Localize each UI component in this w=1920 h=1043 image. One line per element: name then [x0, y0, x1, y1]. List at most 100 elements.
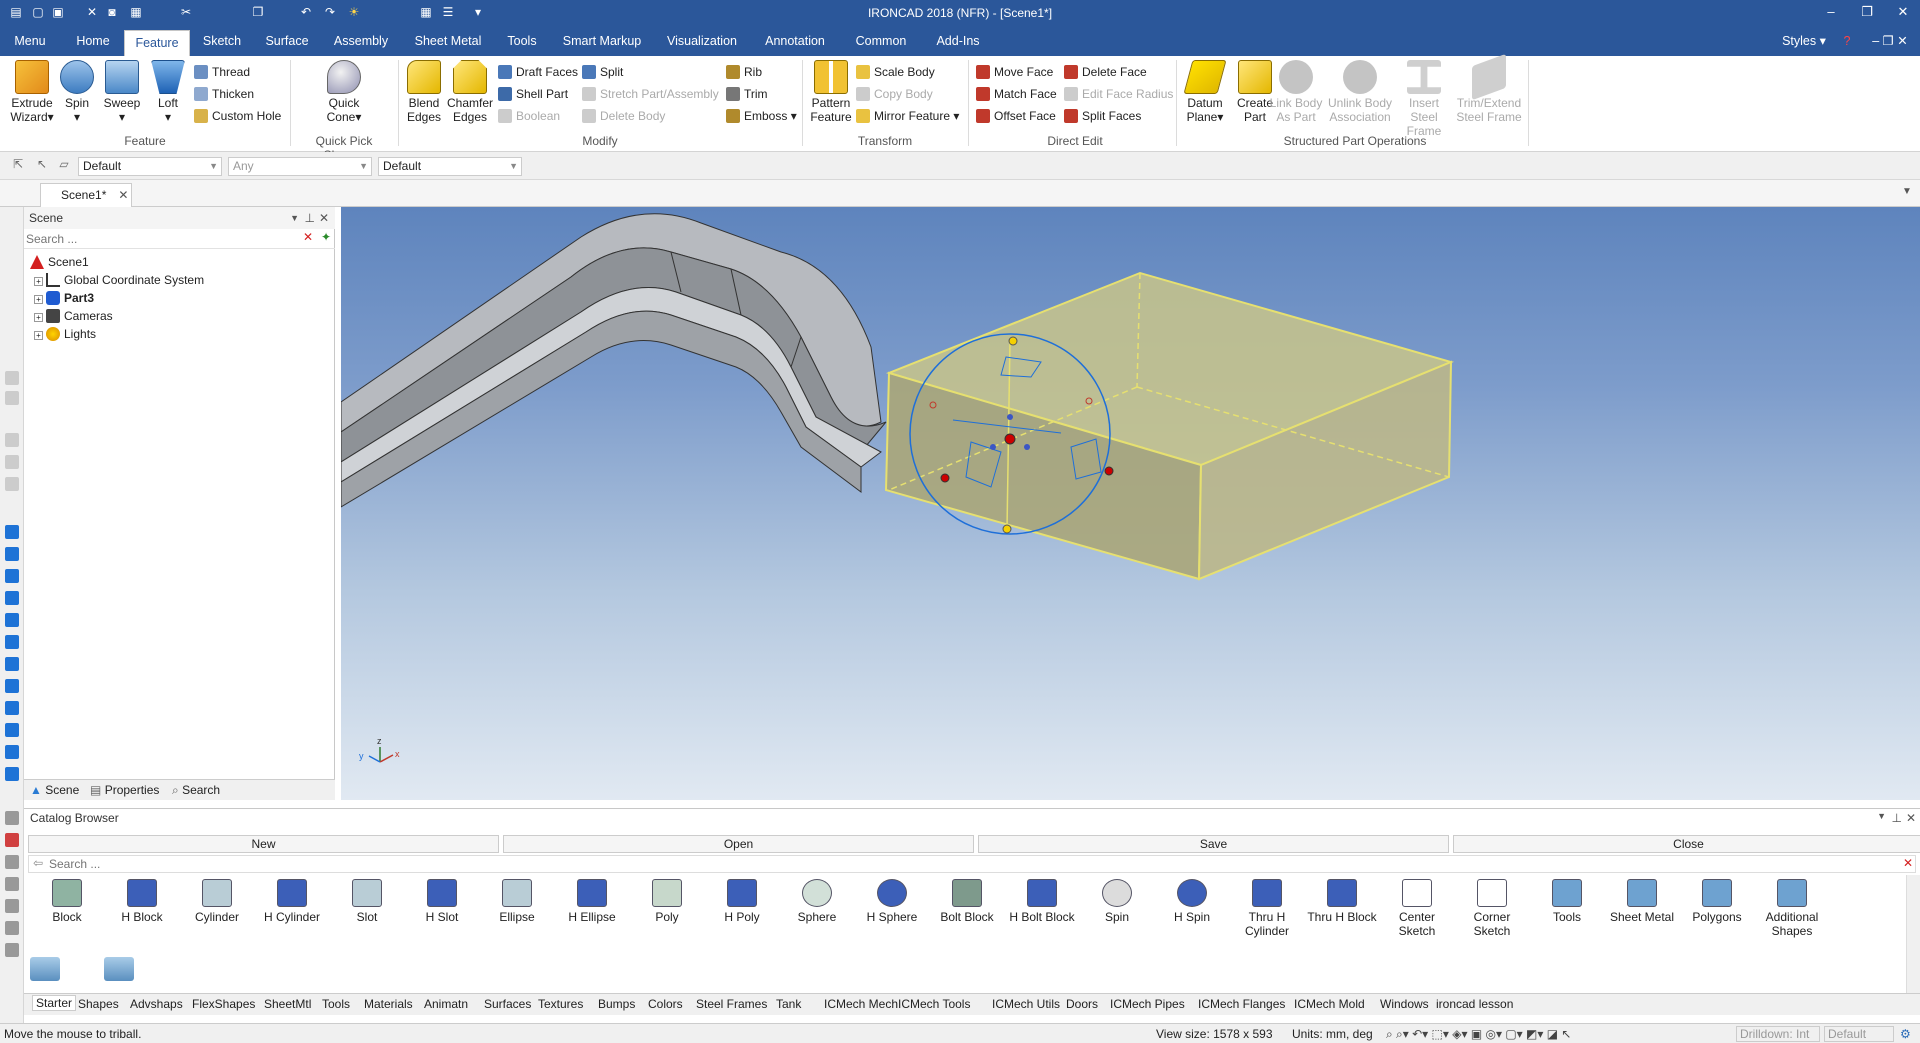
properties-footer-tab[interactable]: ▤ Properties — [90, 783, 159, 797]
custom-hole-button[interactable]: Custom Hole — [194, 106, 281, 126]
catalog-close-icon[interactable]: ✕ — [1906, 811, 1916, 825]
edit-face-radius-button[interactable]: Edit Face Radius — [1064, 84, 1173, 104]
view-right-icon[interactable] — [5, 635, 19, 649]
thread-button[interactable]: Thread — [194, 62, 250, 82]
spin-button[interactable]: Spin ▾ — [60, 60, 94, 124]
tool-icon[interactable] — [5, 477, 19, 491]
catalog-item[interactable]: Cylinder — [180, 879, 254, 924]
catalog-tab[interactable]: Tools — [322, 997, 350, 1011]
emboss-button[interactable]: Emboss ▾ — [726, 106, 797, 126]
view-icon[interactable] — [5, 701, 19, 715]
3d-viewport[interactable]: z x y — [341, 207, 1920, 800]
bent-bar-part[interactable] — [341, 213, 887, 508]
customize-dropdown-icon[interactable]: ▾ — [470, 4, 486, 20]
catalog-item[interactable]: H Block — [105, 879, 179, 924]
catalog-tab[interactable]: ICMech Mold — [1294, 997, 1365, 1011]
delete-face-button[interactable]: Delete Face — [1064, 62, 1147, 82]
ribbon-window-controls[interactable]: – ❐ ✕ — [1862, 26, 1918, 56]
catalog-item[interactable]: Corner Sketch — [1455, 879, 1529, 938]
catalog-item[interactable]: H Spin — [1155, 879, 1229, 924]
catalog-item[interactable]: H Poly — [705, 879, 779, 924]
grid-icon[interactable]: ▦ — [418, 4, 434, 20]
catalog-item[interactable]: Tools — [1530, 879, 1604, 924]
maximize-button[interactable]: ❐ — [1850, 0, 1884, 26]
scale-body-button[interactable]: Scale Body — [856, 62, 935, 82]
render-icon[interactable]: ☀ — [346, 4, 362, 20]
tab-scene1[interactable]: Scene1* ✕ — [40, 183, 132, 207]
tab-annotation[interactable]: Annotation — [756, 26, 834, 56]
view-bottom-icon[interactable] — [5, 591, 19, 605]
catalog-item[interactable]: Bolt Block — [930, 879, 1004, 924]
catalog-item[interactable]: Thru H Cylinder — [1230, 879, 1304, 938]
catalog-item[interactable]: Polygons — [1680, 879, 1754, 924]
zoom-icon[interactable]: ⌕ ⌕▾ ↶▾ ⬚▾ ◈▾ ▣ ◎▾ ▢▾ ◩▾ ◪ ↖ — [1386, 1025, 1571, 1043]
tab-tools[interactable]: Tools — [502, 26, 542, 56]
tree-item-lights[interactable]: + Lights — [34, 325, 96, 343]
view-icon[interactable] — [5, 767, 19, 781]
catalog-tab[interactable]: FlexShapes — [192, 997, 255, 1011]
scene-footer-tab[interactable]: ▲ Scene — [30, 783, 79, 797]
move-face-button[interactable]: Move Face — [976, 62, 1053, 82]
shell-part-button[interactable]: Shell Part — [498, 84, 568, 104]
insert-steel-frame-button[interactable]: Insert Steel Frame — [1394, 60, 1454, 138]
new-file-icon[interactable]: ▢ — [30, 4, 46, 20]
tabs-dropdown-icon[interactable]: ▼ — [1902, 186, 1912, 197]
pin-icon[interactable]: ⊥ — [305, 207, 315, 229]
catalog-item[interactable]: Ellipse — [480, 879, 554, 924]
filter-icon[interactable]: ▱ — [56, 156, 72, 172]
catalog-item[interactable]: Sheet Metal — [1605, 879, 1679, 924]
cut-icon[interactable]: ✂ — [178, 4, 194, 20]
draft-faces-button[interactable]: Draft Faces — [498, 62, 578, 82]
select-arrow-icon[interactable]: ⇱ — [10, 156, 26, 172]
tab-menu[interactable]: Menu — [6, 26, 54, 56]
thicken-button[interactable]: Thicken — [194, 84, 254, 104]
catalog-tab[interactable]: ICMech Pipes — [1110, 997, 1185, 1011]
loft-button[interactable]: Loft ▾ — [150, 60, 186, 124]
catalog-tab[interactable]: Materials — [364, 997, 413, 1011]
copy-icon[interactable]: ❐ — [250, 4, 266, 20]
catalog-tab[interactable]: ICMech Mech — [824, 997, 898, 1011]
selected-block[interactable] — [884, 271, 1455, 581]
tool-icon[interactable] — [5, 877, 19, 891]
extrude-wizard-button[interactable]: Extrude Wizard▾ — [6, 60, 58, 124]
tab-common[interactable]: Common — [848, 26, 914, 56]
catalog-item[interactable]: Additional Shapes — [1755, 879, 1829, 938]
tool-icon[interactable] — [5, 433, 19, 447]
catalog-close-button[interactable]: Close — [1453, 835, 1920, 853]
catalog-item[interactable]: Block — [30, 879, 104, 924]
tab-sketch[interactable]: Sketch — [198, 26, 246, 56]
catalog-tab[interactable]: Tank — [776, 997, 801, 1011]
tool-icon[interactable] — [5, 391, 19, 405]
sketch-tool-icon[interactable] — [5, 811, 19, 825]
split-button[interactable]: Split — [582, 62, 623, 82]
boolean-button[interactable]: Boolean — [498, 106, 560, 126]
sweep-button[interactable]: Sweep ▾ — [102, 60, 142, 124]
settings-icon[interactable]: ⚙ — [1900, 1025, 1911, 1043]
catalog-tab[interactable]: Animatn — [424, 997, 468, 1011]
tool-icon[interactable] — [5, 371, 19, 385]
catalog-item[interactable]: H Slot — [405, 879, 479, 924]
expand-icon[interactable]: + — [34, 277, 43, 286]
tab-sheet-metal[interactable]: Sheet Metal — [408, 26, 488, 56]
style-combo[interactable]: Default ▼ — [378, 157, 522, 176]
catalog-tab[interactable]: Bumps — [598, 997, 635, 1011]
catalog-tab[interactable]: SheetMtl — [264, 997, 311, 1011]
close-panel-icon[interactable]: ✕ — [319, 207, 329, 229]
catalog-scrollbar[interactable] — [1906, 875, 1920, 993]
tab-visualization[interactable]: Visualization — [662, 26, 742, 56]
undo-icon[interactable]: ↶ — [298, 4, 314, 20]
catalog-open-button[interactable]: Open — [503, 835, 974, 853]
minimize-button[interactable]: – — [1814, 0, 1848, 26]
catalog-item[interactable]: Poly — [630, 879, 704, 924]
catalog-tab[interactable]: Doors — [1066, 997, 1098, 1011]
catalog-save-button[interactable]: Save — [978, 835, 1449, 853]
chamfer-edges-button[interactable]: Chamfer Edges — [446, 60, 494, 124]
status-default-combo[interactable]: Default — [1824, 1026, 1894, 1042]
catalog-tab[interactable]: Textures — [538, 997, 583, 1011]
catalog-tab[interactable]: ICMech Tools — [898, 997, 970, 1011]
copy-body-button[interactable]: Copy Body — [856, 84, 933, 104]
blend-edges-button[interactable]: Blend Edges — [404, 60, 444, 124]
catalog-item[interactable]: Spin — [1080, 879, 1154, 924]
catalog-item[interactable]: H Sphere — [855, 879, 929, 924]
tab-assembly[interactable]: Assembly — [328, 26, 394, 56]
